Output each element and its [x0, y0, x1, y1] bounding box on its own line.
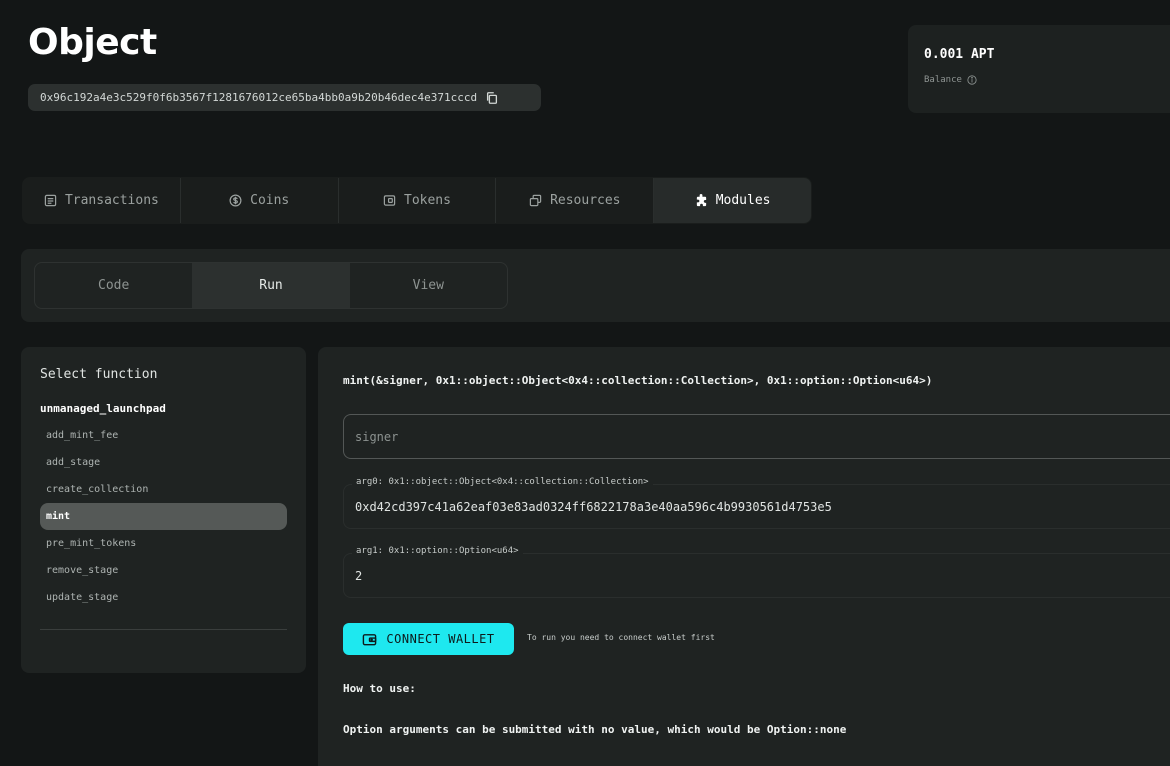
function-item-pre-mint-tokens[interactable]: pre_mint_tokens	[40, 530, 287, 557]
module-subtabs: Code Run View	[34, 262, 508, 309]
tab-label: Resources	[550, 193, 621, 208]
arg0-field[interactable]: arg0: 0x1::object::Object<0x4::collectio…	[343, 477, 1170, 529]
function-item-add-stage[interactable]: add_stage	[40, 449, 287, 476]
connect-wallet-label: CONNECT WALLET	[386, 632, 495, 646]
signer-input[interactable]	[344, 415, 1170, 458]
tab-modules[interactable]: Modules	[654, 178, 811, 223]
function-selector-title: Select function	[40, 367, 158, 382]
tokens-icon	[383, 195, 396, 206]
arg1-field[interactable]: arg1: 0x1::option::Option<u64>	[343, 546, 1170, 598]
tab-label: Modules	[715, 193, 771, 208]
tab-transactions[interactable]: Transactions	[23, 178, 181, 223]
function-item-update-stage[interactable]: update_stage	[40, 584, 287, 611]
module-name: unmanaged_launchpad	[40, 402, 166, 415]
how-to-text: Option arguments can be submitted with n…	[343, 723, 847, 736]
puzzle-icon	[696, 194, 706, 207]
module-subtabs-panel: Code Run View	[21, 249, 1170, 322]
tab-tokens[interactable]: Tokens	[339, 178, 497, 223]
coin-icon	[229, 194, 242, 207]
function-selector: Select function unmanaged_launchpad add_…	[21, 347, 306, 673]
arg1-label: arg1: 0x1::option::Option<u64>	[352, 546, 523, 556]
balance-label: Balance	[924, 75, 962, 85]
wallet-icon	[363, 633, 377, 645]
transactions-icon	[44, 194, 57, 207]
divider	[40, 629, 287, 630]
page-title: Object	[28, 22, 157, 63]
object-address: 0x96c192a4e3c529f0f6b3567f1281676012ce65…	[40, 91, 478, 104]
run-function-panel: mint(&signer, 0x1::object::Object<0x4::c…	[318, 347, 1170, 766]
info-icon[interactable]	[967, 75, 977, 85]
tab-label: Tokens	[404, 193, 451, 208]
subtab-view[interactable]: View	[350, 263, 507, 308]
address-chip[interactable]: 0x96c192a4e3c529f0f6b3567f1281676012ce65…	[28, 84, 541, 111]
balance-value: 0.001 APT	[924, 47, 995, 62]
signer-field[interactable]	[343, 414, 1170, 459]
balance-card: 0.001 APT Balance	[908, 25, 1170, 113]
connect-wallet-button[interactable]: CONNECT WALLET	[343, 623, 514, 655]
subtab-code[interactable]: Code	[35, 263, 192, 308]
copy-icon[interactable]	[485, 91, 499, 105]
tab-label: Transactions	[64, 193, 159, 208]
how-to-title: How to use:	[343, 682, 416, 695]
account-tabs: Transactions Coins Tokens Resources Modu…	[22, 177, 812, 224]
arg0-label: arg0: 0x1::object::Object<0x4::collectio…	[352, 477, 653, 487]
function-item-create-collection[interactable]: create_collection	[40, 476, 287, 503]
tab-label: Coins	[250, 193, 290, 208]
subtab-run[interactable]: Run	[192, 263, 350, 308]
function-signature: mint(&signer, 0x1::object::Object<0x4::c…	[343, 374, 933, 387]
function-item-remove-stage[interactable]: remove_stage	[40, 557, 287, 584]
balance-label-row: Balance	[924, 75, 1154, 85]
arg0-input[interactable]	[344, 485, 1170, 528]
function-item-mint[interactable]: mint	[40, 503, 287, 530]
arg1-input[interactable]	[344, 554, 1170, 597]
tab-resources[interactable]: Resources	[496, 178, 655, 223]
function-list: add_mint_fee add_stage create_collection…	[40, 422, 287, 611]
function-item-add-mint-fee[interactable]: add_mint_fee	[40, 422, 287, 449]
resources-icon	[529, 194, 542, 207]
tab-coins[interactable]: Coins	[181, 178, 339, 223]
connect-hint: To run you need to connect wallet first	[527, 633, 715, 642]
